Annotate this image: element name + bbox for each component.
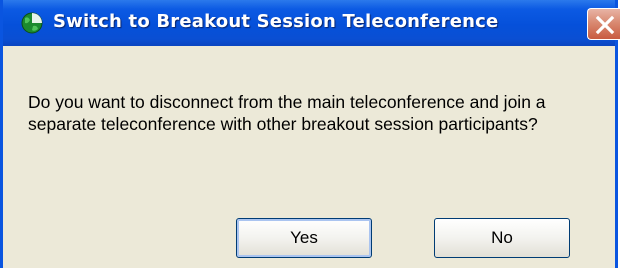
dialog-title: Switch to Breakout Session Teleconferenc… [53,11,499,32]
close-icon [595,15,615,35]
dialog-message: Do you want to disconnect from the main … [28,91,613,135]
message-line-1: Do you want to disconnect from the main … [28,92,546,112]
no-button[interactable]: No [434,218,570,258]
close-button[interactable] [587,8,620,40]
globe-icon [21,12,43,34]
dialog-window: Switch to Breakout Session Teleconferenc… [0,0,620,268]
yes-button[interactable]: Yes [236,218,372,258]
title-bar[interactable]: Switch to Breakout Session Teleconferenc… [3,0,620,46]
message-line-2: separate teleconference with other break… [28,114,538,134]
